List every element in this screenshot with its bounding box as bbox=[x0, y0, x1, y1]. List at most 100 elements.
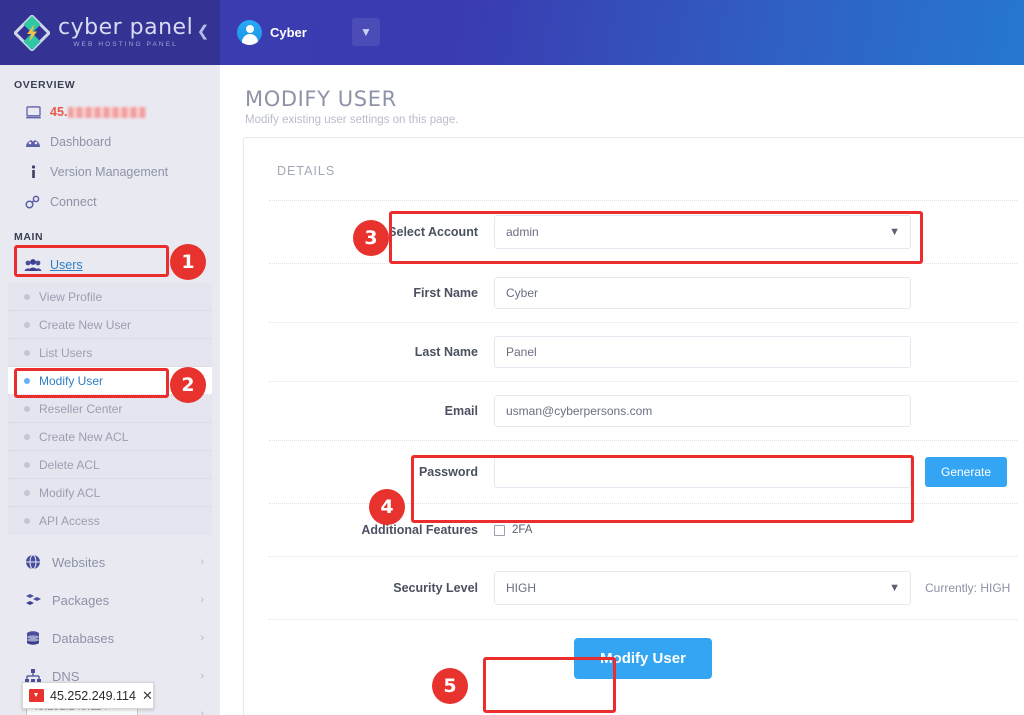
annotation-badge-3: 3 bbox=[353, 220, 389, 256]
select-account-value: admin bbox=[506, 225, 539, 239]
main-content: MODIFY USER Modify existing user setting… bbox=[220, 65, 1024, 715]
dashboard-icon bbox=[22, 134, 44, 150]
email-label: Email bbox=[269, 404, 494, 418]
sidebar-label-reseller-center: Reseller Center bbox=[39, 402, 122, 416]
twofa-checkbox-wrap[interactable]: 2FA bbox=[494, 524, 532, 536]
boxes-icon bbox=[22, 593, 44, 608]
generate-password-button[interactable]: Generate bbox=[925, 457, 1007, 487]
sidebar-item-websites[interactable]: Websites › bbox=[0, 543, 220, 581]
email-input[interactable]: usman@cyberpersons.com bbox=[494, 395, 911, 427]
sidebar-label-users: Users bbox=[50, 258, 83, 272]
security-level-label: Security Level bbox=[269, 581, 494, 595]
sidebar-label-packages: Packages bbox=[52, 593, 200, 608]
annotation-badge-5: 5 bbox=[432, 668, 468, 704]
page-subtitle: Modify existing user settings on this pa… bbox=[220, 111, 1024, 126]
last-name-row: Last Name Panel bbox=[244, 323, 1024, 381]
bullet-icon bbox=[24, 350, 30, 356]
last-name-label: Last Name bbox=[269, 345, 494, 359]
sidebar-item-version-management[interactable]: Version Management bbox=[0, 157, 220, 187]
sidebar-label-modify-acl: Modify ACL bbox=[39, 486, 100, 500]
bullet-icon bbox=[24, 434, 30, 440]
sidebar-label-list-users: List Users bbox=[39, 346, 92, 360]
bullet-icon bbox=[24, 462, 30, 468]
redacted-ip-mask bbox=[68, 107, 146, 118]
password-input[interactable] bbox=[494, 456, 911, 488]
brand-logo-zone[interactable]: cyber panel WEB HOSTING PANEL bbox=[0, 0, 220, 65]
sidebar-item-list-users[interactable]: List Users bbox=[8, 339, 212, 367]
sidebar-item-create-new-user[interactable]: Create New User bbox=[8, 311, 212, 339]
sidebar-label-api-access: API Access bbox=[39, 514, 100, 528]
sidebar-label-dashboard: Dashboard bbox=[50, 135, 111, 149]
annotation-badge-2: 2 bbox=[170, 367, 206, 403]
download-tooltip[interactable]: 45.252.249.114 ✕ bbox=[22, 682, 154, 709]
download-file-name: 45.252.249.114 bbox=[50, 689, 136, 703]
bullet-icon bbox=[24, 518, 30, 524]
users-icon bbox=[22, 257, 44, 273]
first-name-input[interactable]: Cyber bbox=[494, 277, 911, 309]
monitor-icon bbox=[22, 104, 44, 120]
annotation-badge-1: 1 bbox=[170, 244, 206, 280]
bullet-icon bbox=[24, 406, 30, 412]
server-ip-label: 45. bbox=[50, 105, 67, 119]
app-root: cyber panel WEB HOSTING PANEL ❮ Cyber ▼ … bbox=[0, 0, 1024, 715]
additional-features-label: Additional Features bbox=[269, 523, 494, 537]
twofa-checkbox[interactable] bbox=[494, 525, 505, 536]
first-name-row: First Name Cyber bbox=[244, 264, 1024, 322]
submit-row: Modify User bbox=[244, 620, 1024, 679]
security-level-row: Security Level HIGH ▼ Currently: HIGH bbox=[244, 557, 1024, 619]
password-row: Password Generate bbox=[244, 441, 1024, 503]
sidebar-label-create-new-user: Create New User bbox=[39, 318, 131, 332]
sidebar-label-databases: Databases bbox=[52, 631, 200, 646]
twofa-label: 2FA bbox=[512, 524, 532, 536]
sidebar-item-connect[interactable]: Connect bbox=[0, 187, 220, 217]
chevron-right-icon: › bbox=[200, 670, 204, 682]
info-icon bbox=[22, 164, 44, 180]
sidebar-item-modify-acl[interactable]: Modify ACL bbox=[8, 479, 212, 507]
sidebar-item-api-access[interactable]: API Access bbox=[8, 507, 212, 535]
first-name-label: First Name bbox=[269, 286, 494, 300]
select-account-dropdown[interactable]: admin ▼ bbox=[494, 215, 911, 249]
bullet-icon bbox=[24, 378, 30, 384]
sidebar-item-create-new-acl[interactable]: Create New ACL bbox=[8, 423, 212, 451]
security-level-value: HIGH bbox=[506, 581, 536, 595]
email-row: Email usman@cyberpersons.com bbox=[244, 382, 1024, 440]
sidebar-label-create-new-acl: Create New ACL bbox=[39, 430, 128, 444]
additional-features-row: Additional Features 2FA bbox=[244, 504, 1024, 556]
sidebar-item-view-profile[interactable]: View Profile bbox=[8, 283, 212, 311]
security-level-current: Currently: HIGH bbox=[925, 581, 1010, 595]
sidebar-label-view-profile: View Profile bbox=[39, 290, 102, 304]
chevron-down-icon[interactable]: ▼ bbox=[352, 18, 380, 46]
sidebar-item-delete-acl[interactable]: Delete ACL bbox=[8, 451, 212, 479]
page-title: MODIFY USER bbox=[220, 65, 1024, 111]
security-level-dropdown[interactable]: HIGH ▼ bbox=[494, 571, 911, 605]
user-menu[interactable]: Cyber bbox=[237, 17, 307, 47]
bullet-icon bbox=[24, 490, 30, 496]
sidebar-label-delete-acl: Delete ACL bbox=[39, 458, 100, 472]
sitemap-icon bbox=[22, 669, 44, 683]
sidebar-item-dashboard[interactable]: Dashboard bbox=[0, 127, 220, 157]
sidebar-item-packages[interactable]: Packages › bbox=[0, 581, 220, 619]
database-icon bbox=[22, 631, 44, 646]
user-name-label: Cyber bbox=[270, 25, 307, 40]
chevron-right-icon: › bbox=[200, 708, 204, 715]
download-file-icon bbox=[29, 689, 44, 702]
sidebar-item-server-ip[interactable]: 45. bbox=[0, 97, 220, 127]
sidebar-label-websites: Websites bbox=[52, 555, 200, 570]
sidebar-label-modify-user: Modify User bbox=[39, 374, 103, 388]
users-submenu: View Profile Create New User List Users … bbox=[8, 283, 212, 535]
chevron-left-icon[interactable]: ❮ bbox=[193, 22, 213, 42]
top-header-bar: cyber panel WEB HOSTING PANEL ❮ Cyber ▼ bbox=[0, 0, 1024, 65]
password-label: Password bbox=[269, 465, 494, 479]
brand-text: cyber panel WEB HOSTING PANEL bbox=[58, 17, 193, 49]
user-avatar-icon bbox=[237, 20, 262, 45]
sidebar-item-databases[interactable]: Databases › bbox=[0, 619, 220, 657]
chevron-right-icon: › bbox=[200, 632, 204, 644]
sidebar-section-overview: OVERVIEW bbox=[0, 65, 220, 97]
bullet-icon bbox=[24, 322, 30, 328]
chevron-right-icon: › bbox=[200, 594, 204, 606]
modify-user-button[interactable]: Modify User bbox=[574, 638, 712, 679]
last-name-input[interactable]: Panel bbox=[494, 336, 911, 368]
brand-title: cyber panel bbox=[58, 17, 193, 39]
link-icon bbox=[22, 194, 44, 210]
close-icon[interactable]: ✕ bbox=[142, 688, 153, 704]
